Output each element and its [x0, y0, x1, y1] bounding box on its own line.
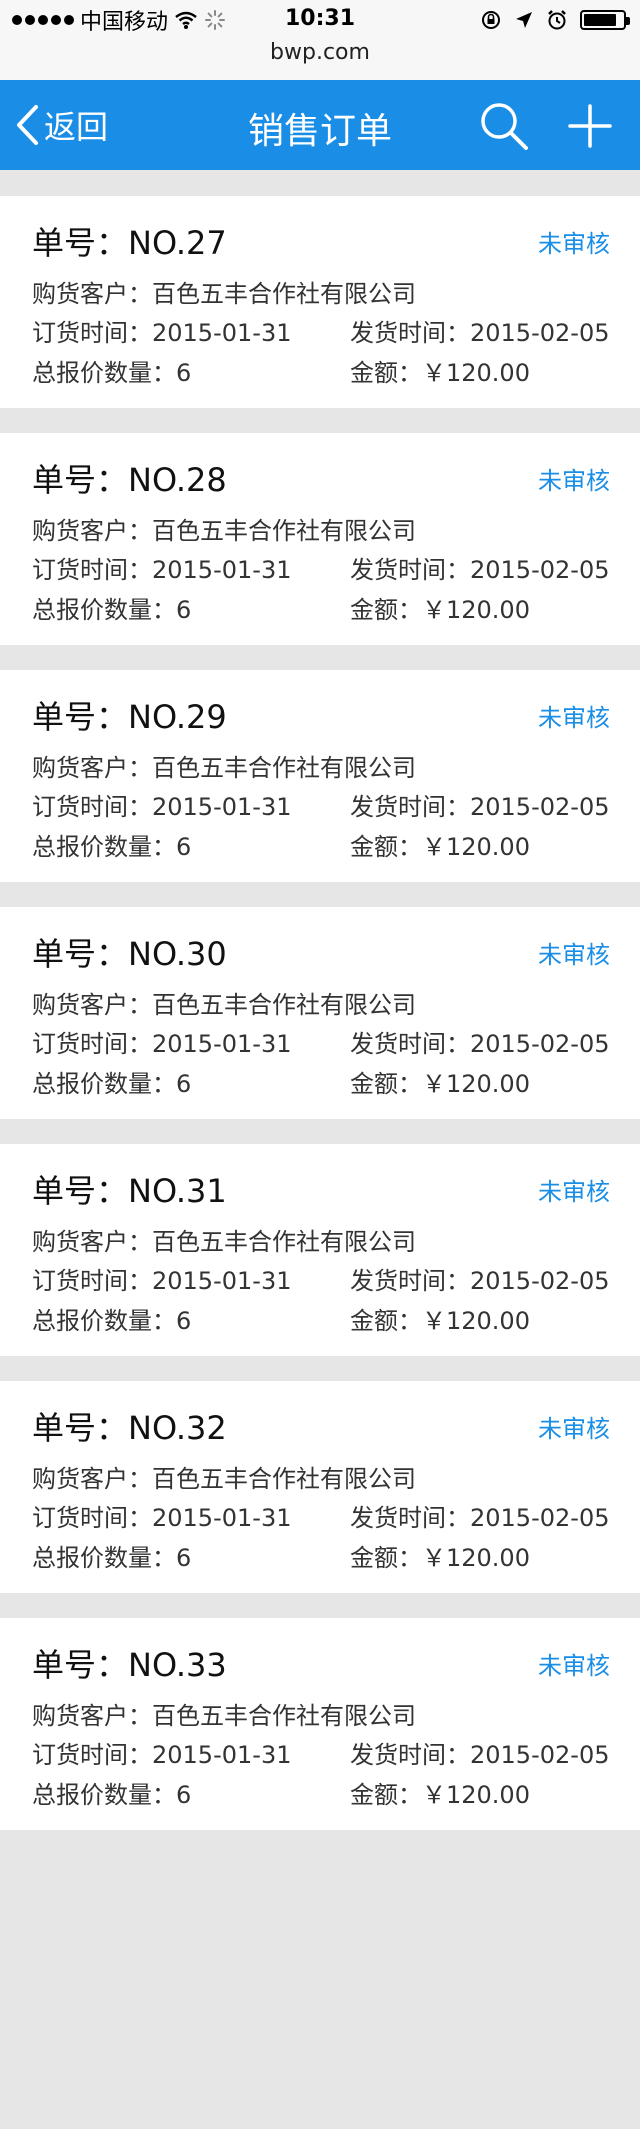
add-order-button[interactable] — [566, 102, 614, 150]
order-date: 订货时间：2015-01-31 — [32, 1267, 292, 1295]
chevron-left-icon — [17, 105, 38, 145]
customer: 购货客户：百色五丰合作社有限公司 — [32, 754, 416, 782]
order-card[interactable]: 单号：NO.29 未审核 购货客户：百色五丰合作社有限公司 订货时间：2015-… — [0, 670, 640, 882]
ship-date: 发货时间：2015-02-05 — [350, 1741, 610, 1769]
customer: 购货客户：百色五丰合作社有限公司 — [32, 1702, 416, 1730]
order-card[interactable]: 单号：NO.33 未审核 购货客户：百色五丰合作社有限公司 订货时间：2015-… — [0, 1618, 640, 1830]
order-card[interactable]: 单号：NO.30 未审核 购货客户：百色五丰合作社有限公司 订货时间：2015-… — [0, 907, 640, 1119]
quantity: 总报价数量：6 — [32, 1070, 192, 1098]
amount: 金额：￥120.00 — [350, 359, 530, 387]
status-badge: 未审核 — [538, 941, 610, 969]
ship-date: 发货时间：2015-02-05 — [350, 556, 610, 584]
customer: 购货客户：百色五丰合作社有限公司 — [32, 1465, 416, 1493]
order-card[interactable]: 单号：NO.28 未审核 购货客户：百色五丰合作社有限公司 订货时间：2015-… — [0, 433, 640, 645]
ship-date: 发货时间：2015-02-05 — [350, 1030, 610, 1058]
alarm-clock-icon — [548, 10, 566, 30]
nav-bar: 返回 销售订单 — [0, 80, 640, 170]
order-date: 订货时间：2015-01-31 — [32, 319, 292, 347]
customer: 购货客户：百色五丰合作社有限公司 — [32, 280, 416, 308]
status-badge: 未审核 — [538, 467, 610, 495]
back-button-label: 返回 — [44, 108, 109, 146]
ship-date: 发货时间：2015-02-05 — [350, 1267, 610, 1295]
amount: 金额：￥120.00 — [350, 1781, 530, 1809]
amount: 金额：￥120.00 — [350, 596, 530, 624]
customer: 购货客户：百色五丰合作社有限公司 — [32, 517, 416, 545]
quantity: 总报价数量：6 — [32, 1781, 192, 1809]
status-bar: 中国移动 10:31 bwp.com — [0, 0, 640, 80]
order-date: 订货时间：2015-01-31 — [32, 556, 292, 584]
location-arrow-icon — [516, 12, 532, 28]
order-number: 单号：NO.33 — [32, 1646, 227, 1684]
order-number: 单号：NO.27 — [32, 224, 227, 262]
status-badge: 未审核 — [538, 1652, 610, 1680]
order-card[interactable]: 单号：NO.27 未审核 购货客户：百色五丰合作社有限公司 订货时间：2015-… — [0, 196, 640, 408]
order-number: 单号：NO.29 — [32, 698, 227, 736]
order-date: 订货时间：2015-01-31 — [32, 1504, 292, 1532]
battery-icon — [580, 10, 630, 30]
order-number: 单号：NO.28 — [32, 461, 227, 499]
order-number: 单号：NO.32 — [32, 1409, 227, 1447]
plus-icon — [568, 104, 612, 148]
order-list: 单号：NO.27 未审核 购货客户：百色五丰合作社有限公司 订货时间：2015-… — [0, 196, 640, 1855]
order-card[interactable]: 单号：NO.31 未审核 购货客户：百色五丰合作社有限公司 订货时间：2015-… — [0, 1144, 640, 1356]
ship-date: 发货时间：2015-02-05 — [350, 319, 610, 347]
order-date: 订货时间：2015-01-31 — [32, 1741, 292, 1769]
page-url: bwp.com — [270, 40, 370, 65]
quantity: 总报价数量：6 — [32, 833, 192, 861]
order-date: 订货时间：2015-01-31 — [32, 1030, 292, 1058]
rotation-lock-icon — [482, 11, 500, 29]
search-icon — [481, 103, 528, 150]
search-button[interactable] — [478, 100, 530, 152]
customer: 购货客户：百色五丰合作社有限公司 — [32, 991, 416, 1019]
order-number: 单号：NO.30 — [32, 935, 227, 973]
quantity: 总报价数量：6 — [32, 596, 192, 624]
customer: 购货客户：百色五丰合作社有限公司 — [32, 1228, 416, 1256]
order-date: 订货时间：2015-01-31 — [32, 793, 292, 821]
status-badge: 未审核 — [538, 1415, 610, 1443]
order-number: 单号：NO.31 — [32, 1172, 227, 1210]
amount: 金额：￥120.00 — [350, 1307, 530, 1335]
status-badge: 未审核 — [538, 704, 610, 732]
quantity: 总报价数量：6 — [32, 1307, 192, 1335]
quantity: 总报价数量：6 — [32, 1544, 192, 1572]
status-right — [480, 8, 630, 32]
back-button[interactable]: 返回 — [14, 102, 108, 148]
amount: 金额：￥120.00 — [350, 1070, 530, 1098]
ship-date: 发货时间：2015-02-05 — [350, 1504, 610, 1532]
quantity: 总报价数量：6 — [32, 359, 192, 387]
status-badge: 未审核 — [538, 230, 610, 258]
amount: 金额：￥120.00 — [350, 1544, 530, 1572]
order-card[interactable]: 单号：NO.32 未审核 购货客户：百色五丰合作社有限公司 订货时间：2015-… — [0, 1381, 640, 1593]
ship-date: 发货时间：2015-02-05 — [350, 793, 610, 821]
amount: 金额：￥120.00 — [350, 833, 530, 861]
status-badge: 未审核 — [538, 1178, 610, 1206]
